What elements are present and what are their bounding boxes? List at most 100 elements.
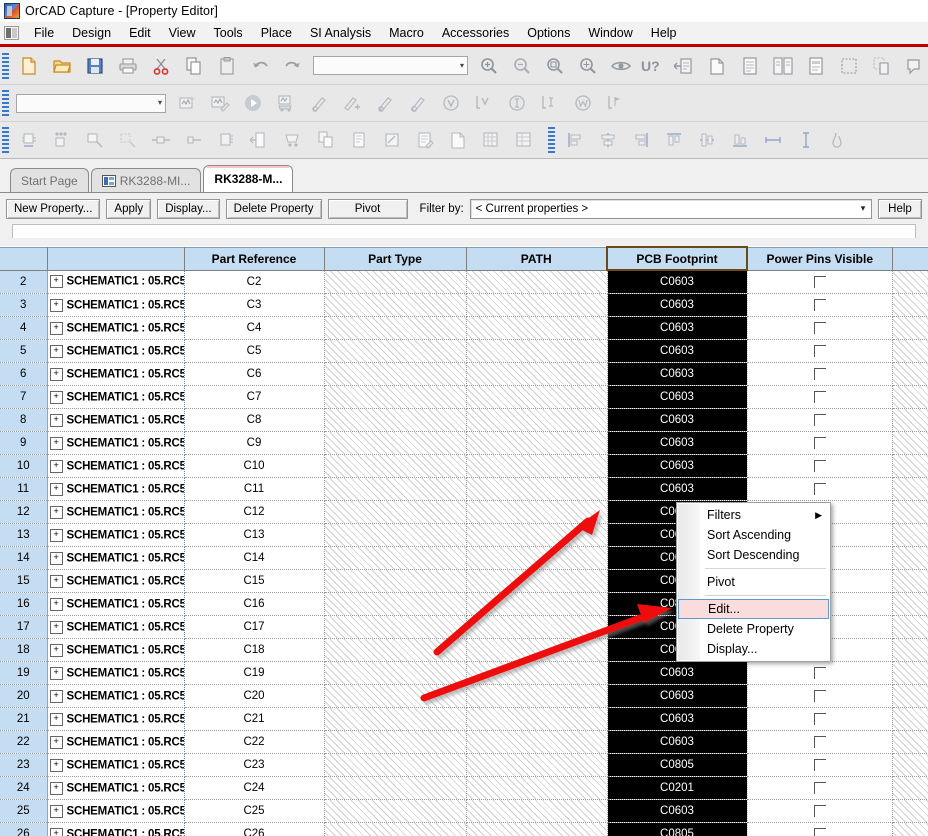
part-reference-cell[interactable]: C9: [184, 431, 325, 455]
pcb-footprint-cell[interactable]: C0805: [607, 753, 748, 777]
part-reference-cell[interactable]: C14: [184, 546, 325, 570]
flag-icon[interactable]: [899, 51, 928, 81]
place-bus-entry-icon[interactable]: [178, 125, 209, 155]
expand-plus-icon[interactable]: +: [49, 689, 63, 703]
current-probe-icon[interactable]: [501, 88, 532, 118]
schematic-cell[interactable]: + SCHEMATIC1 : 05.RC5: [47, 270, 185, 294]
pcb-footprint-cell[interactable]: C0603: [607, 339, 748, 363]
row-number[interactable]: 21: [0, 707, 48, 731]
expand-plus-icon[interactable]: +: [49, 712, 63, 726]
power-marker-icon[interactable]: [402, 88, 433, 118]
tab-rk3288-mi[interactable]: RK3288-MI...: [90, 168, 202, 192]
place-net-alias-icon[interactable]: [112, 125, 143, 155]
current-diff-icon[interactable]: [534, 88, 565, 118]
table-row[interactable]: 25 + SCHEMATIC1 : 05.RC5 C25 C0603: [0, 799, 928, 823]
pivot-button[interactable]: Pivot: [327, 198, 408, 219]
checkbox[interactable]: [813, 413, 826, 426]
menu-window[interactable]: Window: [579, 24, 641, 42]
pcb-footprint-cell[interactable]: C0603: [607, 293, 748, 317]
checkbox[interactable]: [813, 344, 826, 357]
row-number[interactable]: 23: [0, 753, 48, 777]
row-number[interactable]: 25: [0, 799, 48, 823]
part-type-cell[interactable]: [324, 523, 467, 547]
align-left-icon[interactable]: [559, 125, 590, 155]
part-reference-cell[interactable]: C2: [184, 270, 325, 294]
schematic-cell[interactable]: + SCHEMATIC1 : 05.RC5: [47, 638, 185, 662]
place-line-icon[interactable]: [442, 125, 473, 155]
voltage-diff-icon[interactable]: [468, 88, 499, 118]
align-center-icon[interactable]: [592, 125, 623, 155]
table-row[interactable]: 22 + SCHEMATIC1 : 05.RC5 C22 C0603: [0, 730, 928, 754]
context-menu-item-sort-ascending[interactable]: Sort Ascending: [677, 525, 830, 545]
report-icon[interactable]: [800, 51, 831, 81]
checkbox[interactable]: [813, 436, 826, 449]
display-button[interactable]: Display...: [157, 198, 220, 219]
part-type-cell[interactable]: [324, 408, 467, 432]
path-cell[interactable]: [466, 316, 608, 340]
table-row[interactable]: 11 + SCHEMATIC1 : 05.RC5 C11 C0603: [0, 477, 928, 501]
expand-plus-icon[interactable]: +: [49, 804, 63, 818]
undo-icon[interactable]: [244, 51, 275, 81]
part-reference-cell[interactable]: C10: [184, 454, 325, 478]
part-type-cell[interactable]: [324, 316, 467, 340]
pcb-footprint-cell[interactable]: C0603: [607, 799, 748, 823]
place-part-db-icon[interactable]: [46, 125, 77, 155]
pcb-footprint-cell[interactable]: C0603: [607, 707, 748, 731]
row-number[interactable]: 10: [0, 454, 48, 478]
simulation-profile-combo[interactable]: ▾: [16, 93, 166, 113]
current-marker-icon[interactable]: [369, 88, 400, 118]
col-header-part-type[interactable]: Part Type: [324, 246, 467, 271]
schematic-cell[interactable]: + SCHEMATIC1 : 05.RC5: [47, 385, 185, 409]
schematic-cell[interactable]: + SCHEMATIC1 : 05.RC5: [47, 454, 185, 478]
part-reference-cell[interactable]: C4: [184, 316, 325, 340]
cut-icon[interactable]: [145, 51, 176, 81]
schematic-cell[interactable]: + SCHEMATIC1 : 05.RC5: [47, 776, 185, 800]
power-pins-visible-cell[interactable]: [747, 684, 893, 708]
row-number[interactable]: 19: [0, 661, 48, 685]
align-bottom-icon[interactable]: [724, 125, 755, 155]
row-number[interactable]: 17: [0, 615, 48, 639]
drc-icon[interactable]: [833, 51, 864, 81]
part-type-cell[interactable]: [324, 362, 467, 386]
part-type-cell[interactable]: [324, 592, 467, 616]
schematic-cell[interactable]: + SCHEMATIC1 : 05.RC5: [47, 546, 185, 570]
filter-by-select[interactable]: < Current properties > ▾: [469, 198, 872, 219]
open-icon[interactable]: [46, 51, 77, 81]
part-type-cell[interactable]: [324, 569, 467, 593]
menu-options[interactable]: Options: [518, 24, 579, 42]
expand-plus-icon[interactable]: +: [49, 597, 63, 611]
property-input-field[interactable]: [12, 224, 916, 238]
power-pins-visible-cell[interactable]: [747, 270, 893, 294]
expand-plus-icon[interactable]: +: [49, 574, 63, 588]
path-cell[interactable]: [466, 776, 608, 800]
expand-plus-icon[interactable]: +: [49, 666, 63, 680]
row-number[interactable]: 26: [0, 822, 48, 836]
power-pins-visible-cell[interactable]: [747, 707, 893, 731]
row-number[interactable]: 7: [0, 385, 48, 409]
power-pins-visible-cell[interactable]: [747, 316, 893, 340]
path-cell[interactable]: [466, 408, 608, 432]
part-reference-cell[interactable]: C16: [184, 592, 325, 616]
advanced-marker-icon[interactable]: [600, 88, 631, 118]
expand-plus-icon[interactable]: +: [49, 344, 63, 358]
pcb-footprint-cell[interactable]: C0603: [607, 270, 748, 294]
expand-plus-icon[interactable]: +: [49, 827, 63, 836]
col-header-extra[interactable]: [892, 246, 928, 271]
power-pins-visible-cell[interactable]: [747, 799, 893, 823]
part-type-cell[interactable]: [324, 822, 467, 836]
checkbox[interactable]: [813, 758, 826, 771]
place-text-icon[interactable]: [409, 125, 440, 155]
expand-plus-icon[interactable]: +: [49, 459, 63, 473]
path-cell[interactable]: [466, 569, 608, 593]
checkbox[interactable]: [813, 367, 826, 380]
context-menu-item-display[interactable]: Display...: [677, 639, 830, 659]
part-type-cell[interactable]: [324, 615, 467, 639]
row-number[interactable]: 18: [0, 638, 48, 662]
distribute-h-icon[interactable]: [757, 125, 788, 155]
pcb-footprint-cell[interactable]: C0603: [607, 684, 748, 708]
schematic-cell[interactable]: + SCHEMATIC1 : 05.RC5: [47, 431, 185, 455]
part-reference-cell[interactable]: C11: [184, 477, 325, 501]
schematic-cell[interactable]: + SCHEMATIC1 : 05.RC5: [47, 661, 185, 685]
zoom-area-icon[interactable]: [539, 51, 570, 81]
expand-plus-icon[interactable]: +: [49, 321, 63, 335]
